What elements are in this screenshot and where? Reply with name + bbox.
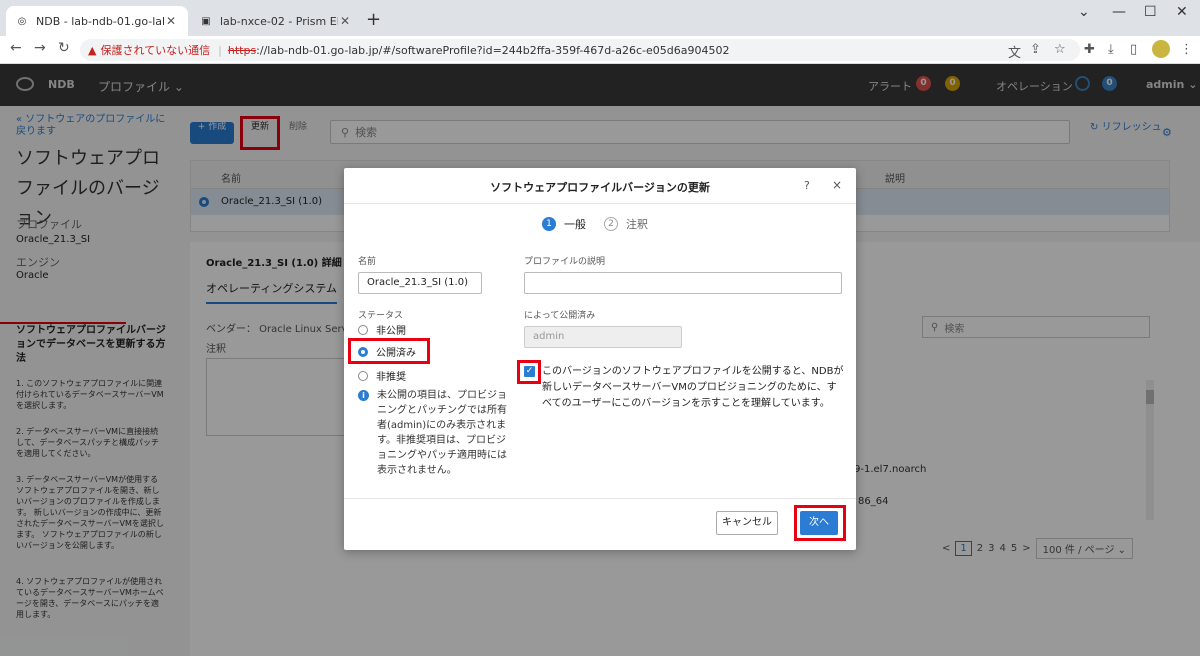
published-by-label: によって公開済み <box>524 311 596 321</box>
translate-icon[interactable]: 文 <box>1008 42 1021 61</box>
url-text: ://lab-ndb-01.go-lab.jp/#/softwareProfil… <box>256 43 730 57</box>
highlight-box <box>517 360 541 384</box>
publish-consent-text: このバージョンのソフトウェアプロファイルを公開すると、NDBが新しいデータベース… <box>542 366 844 409</box>
status-radio-deprecated[interactable]: 非推奨 <box>358 368 406 383</box>
url-field[interactable]: ▲ 保護されていない通信 | https ://lab-ndb-01.go-la… <box>80 39 1080 61</box>
description-field[interactable] <box>524 272 842 294</box>
security-warning[interactable]: 保護されていない通信 <box>100 42 210 58</box>
help-icon[interactable]: ? <box>804 179 810 192</box>
address-bar: ← → ↻ ▲ 保護されていない通信 | https ://lab-ndb-01… <box>0 36 1200 64</box>
dialog-title: ソフトウェアプロファイルバージョンの更新 <box>490 181 710 194</box>
cancel-button[interactable]: キャンセル <box>716 511 778 535</box>
share-icon[interactable]: ⇪ <box>1030 42 1041 57</box>
update-version-dialog: ソフトウェアプロファイルバージョンの更新 ? × 1 一般 2 注釈 名前 Or… <box>344 168 856 550</box>
chevron-down-icon[interactable]: ⌄ <box>1078 4 1090 20</box>
step-notes[interactable]: 注釈 <box>626 216 648 232</box>
extensions-icon[interactable]: ✚ <box>1084 42 1095 57</box>
back-icon[interactable]: ← <box>10 40 22 56</box>
url-scheme: https <box>227 43 257 57</box>
description-label: プロファイルの説明 <box>524 257 606 267</box>
status-radio-unpublished[interactable]: 非公開 <box>358 322 406 337</box>
info-text: 未公開の項目は、プロビジョニングとパッチングでは所有者(admin)にのみ表示さ… <box>377 390 507 476</box>
close-tab-icon[interactable]: ✕ <box>164 14 178 28</box>
ndb-favicon-icon: ◎ <box>17 15 27 27</box>
dialog-footer: キャンセル 次へ <box>344 498 856 550</box>
browser-tab-prism[interactable]: ▣ lab-nxce-02 - Prism Element ✕ <box>190 6 362 36</box>
new-tab-icon[interactable]: + <box>366 9 381 30</box>
wizard-steps: 1 一般 2 注釈 <box>542 216 666 232</box>
more-menu-icon[interactable]: ⋮ <box>1180 42 1193 57</box>
divider: | <box>218 43 222 57</box>
browser-tab-ndb[interactable]: ◎ NDB - lab-ndb-01.go-lab.jp - プロ ✕ <box>6 6 188 36</box>
prism-favicon-icon: ▣ <box>201 15 211 27</box>
name-label: 名前 <box>358 257 377 267</box>
step-number: 2 <box>604 217 618 231</box>
download-icon[interactable]: ⤓ <box>1108 42 1114 57</box>
radio-circle[interactable] <box>358 324 368 335</box>
close-icon[interactable]: × <box>832 178 842 192</box>
reload-icon[interactable]: ↻ <box>58 40 70 56</box>
name-field[interactable]: Oracle_21.3_SI (1.0) <box>358 272 482 294</box>
step-general[interactable]: 一般 <box>564 216 586 232</box>
highlight-box <box>348 338 430 364</box>
info-icon: i <box>358 390 369 401</box>
warning-icon: ▲ <box>88 43 97 57</box>
tab-title: NDB - lab-ndb-01.go-lab.jp - プロ <box>36 15 164 28</box>
dialog-header: ソフトウェアプロファイルバージョンの更新 ? × <box>344 168 856 204</box>
browser-tab-bar: ◎ NDB - lab-ndb-01.go-lab.jp - プロ ✕ ▣ la… <box>0 0 1200 36</box>
radio-circle[interactable] <box>358 370 368 381</box>
side-panel-icon[interactable]: ▯ <box>1130 42 1137 57</box>
close-window-icon[interactable]: ✕ <box>1176 4 1188 20</box>
forward-icon[interactable]: → <box>34 40 46 56</box>
minimize-icon[interactable]: — <box>1112 4 1126 20</box>
published-by-field: admin <box>524 326 682 348</box>
radio-label: 非推奨 <box>376 372 406 383</box>
close-tab-icon[interactable]: ✕ <box>338 14 352 28</box>
tab-title: lab-nxce-02 - Prism Element <box>220 14 338 28</box>
status-label: ステータス <box>358 311 404 321</box>
status-info: i 未公開の項目は、プロビジョニングとパッチングでは所有者(admin)にのみ表… <box>358 388 508 478</box>
bookmark-star-icon[interactable]: ☆ <box>1054 42 1066 57</box>
highlight-box <box>794 505 846 541</box>
radio-label: 非公開 <box>376 326 406 337</box>
step-number: 1 <box>542 217 556 231</box>
maximize-icon[interactable]: ☐ <box>1144 4 1157 20</box>
avatar[interactable] <box>1152 40 1170 58</box>
